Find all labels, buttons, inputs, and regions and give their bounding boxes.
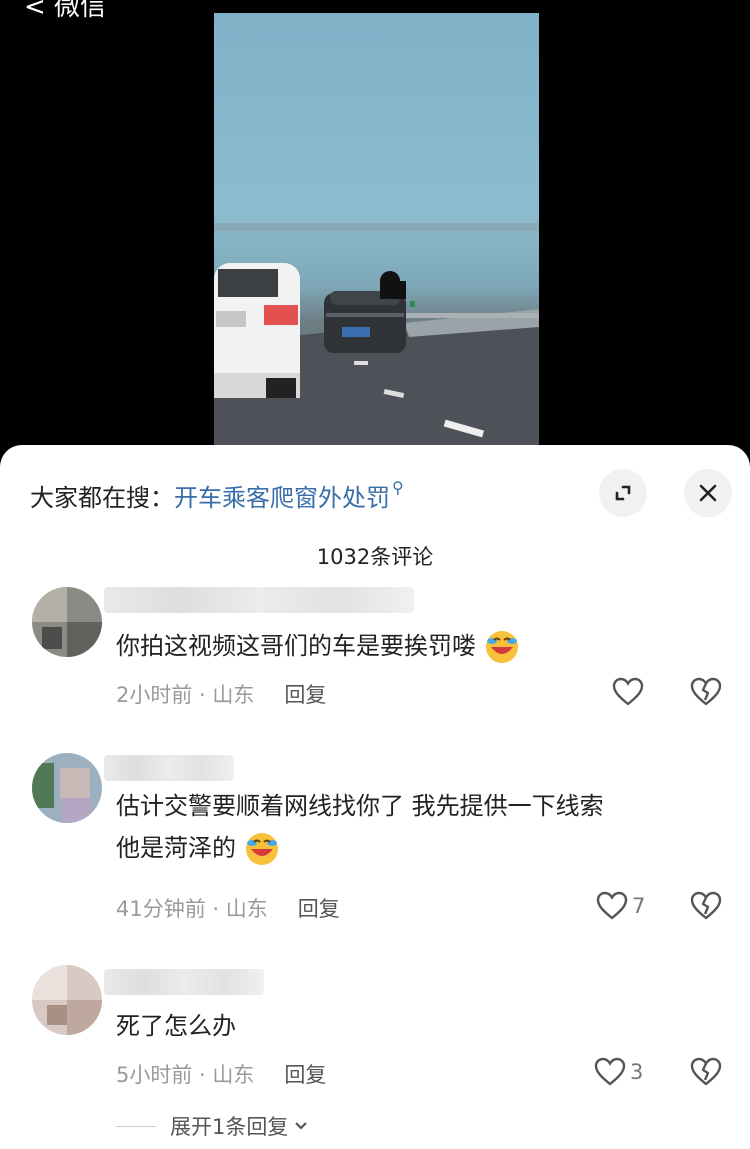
search-prefix: 大家都在搜： <box>30 483 174 512</box>
close-button[interactable] <box>684 469 732 517</box>
heart-icon <box>596 891 628 920</box>
avatar[interactable] <box>32 753 102 823</box>
video-frame[interactable] <box>214 13 539 453</box>
dislike-button[interactable] <box>690 677 722 711</box>
like-button[interactable]: 7 <box>596 891 645 921</box>
comment-sheet: 大家都在搜： 开车乘客爬窗外处罚 ⚲ 1032条评论 你拍这视频这哥们的车是要挨… <box>0 445 750 1149</box>
avatar[interactable] <box>32 965 102 1035</box>
heart-icon <box>594 1057 626 1086</box>
dislike-button[interactable] <box>690 891 722 925</box>
expand-replies-button[interactable]: 展开1条回复 <box>116 1111 310 1141</box>
broken-heart-icon <box>690 891 722 920</box>
reply-button[interactable]: 回复 <box>284 1063 326 1087</box>
reply-button[interactable]: 回复 <box>298 897 340 921</box>
expand-button[interactable] <box>599 469 647 517</box>
laugh-cry-emoji <box>245 833 278 865</box>
close-icon <box>699 484 717 502</box>
comment-text: 估计交警要顺着网线找你了 我先提供一下线索 他是菏泽的 <box>116 785 604 869</box>
avatar[interactable] <box>32 587 102 657</box>
search-term[interactable]: 开车乘客爬窗外处罚 <box>174 478 390 513</box>
comment-text: 你拍这视频这哥们的车是要挨罚喽 <box>116 625 520 667</box>
like-count: 7 <box>632 894 646 918</box>
back-link[interactable]: < 微信 <box>24 0 106 23</box>
comment-meta: 2小时前 · 山东 回复 <box>116 683 327 707</box>
comment-count: 1032条评论 <box>316 545 434 569</box>
dislike-button[interactable] <box>690 1057 722 1091</box>
comment-text: 死了怎么办 <box>116 1012 236 1040</box>
username[interactable] <box>104 969 264 995</box>
reply-button[interactable]: 回复 <box>284 683 326 707</box>
like-count: 3 <box>630 1060 644 1084</box>
broken-heart-icon <box>690 1057 722 1086</box>
search-icon: ⚲ <box>392 477 404 497</box>
username[interactable] <box>104 587 414 613</box>
like-button[interactable] <box>612 677 648 707</box>
username[interactable] <box>104 755 234 781</box>
comment-meta: 5小时前 · 山东 回复 <box>116 1063 327 1087</box>
expand-replies-label: 展开1条回复 <box>170 1115 289 1139</box>
heart-icon <box>612 677 644 706</box>
comment-meta: 41分钟前 · 山东 回复 <box>116 897 340 921</box>
laugh-cry-emoji <box>485 631 518 663</box>
expand-icon <box>615 485 631 501</box>
like-button[interactable]: 3 <box>594 1057 643 1087</box>
divider <box>116 1125 156 1127</box>
broken-heart-icon <box>690 677 722 706</box>
search-suggestion[interactable]: 大家都在搜： 开车乘客爬窗外处罚 ⚲ <box>30 475 404 515</box>
chevron-down-icon <box>295 1122 308 1130</box>
